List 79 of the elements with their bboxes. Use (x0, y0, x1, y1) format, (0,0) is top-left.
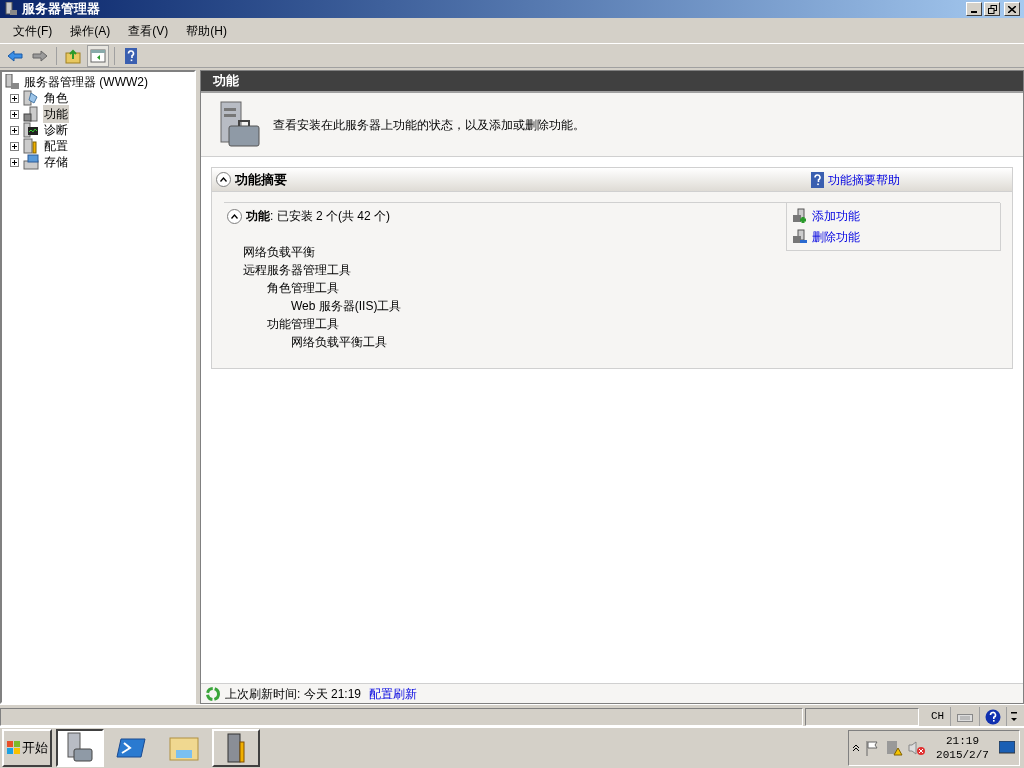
description-text: 查看安装在此服务器上功能的状态，以及添加或删除功能。 (273, 116, 585, 134)
tree-item[interactable]: 诊断 (43, 121, 69, 139)
minimize-icon (971, 11, 977, 13)
feature-item: 网络负载平衡 (243, 245, 315, 259)
close-icon (1008, 5, 1016, 13)
speaker-muted-icon (908, 740, 926, 756)
expand-toggle[interactable] (10, 93, 19, 103)
tree-item[interactable]: 功能 (43, 105, 69, 123)
taskbar-button[interactable] (56, 729, 104, 767)
plus-icon (12, 159, 17, 165)
tree-item[interactable]: 存储 (43, 153, 69, 171)
server-icon (4, 2, 18, 16)
server-toolbox-icon (64, 732, 96, 764)
forward-arrow-icon (32, 47, 48, 64)
help-icon (811, 171, 824, 188)
panel-title: 功能 (213, 72, 239, 91)
plus-icon (12, 143, 17, 149)
action-link[interactable]: 删除功能 (812, 228, 860, 246)
chevron-up-icon (231, 213, 238, 219)
server-icon (4, 74, 20, 90)
configuration-icon (23, 138, 39, 154)
storage-icon (23, 154, 39, 170)
server-remove-icon (792, 229, 808, 245)
collapse-button[interactable] (227, 208, 242, 224)
tree-item[interactable]: 角色 (43, 89, 69, 107)
refresh-icon (205, 685, 221, 702)
plus-icon (12, 127, 17, 133)
flag-icon (864, 740, 880, 756)
plus-icon (12, 111, 17, 117)
expand-toggle[interactable] (10, 109, 19, 119)
pane-icon (90, 47, 106, 64)
restore-icon (987, 4, 997, 14)
feature-item: 角色管理工具 (267, 281, 339, 295)
network-warning-icon (885, 740, 903, 756)
features-icon (23, 106, 39, 122)
feature-item: 远程服务器管理工具 (243, 263, 351, 277)
caret-icon (1011, 710, 1018, 723)
menu-item[interactable]: 操作(A) (61, 20, 120, 41)
close-button[interactable] (1004, 2, 1020, 16)
windows-logo-icon (6, 741, 21, 755)
plus-icon (12, 95, 17, 101)
feature-item: Web 服务器(IIS)工具 (291, 299, 402, 313)
toolbar-button[interactable] (87, 44, 109, 67)
menu-item[interactable]: 查看(V) (119, 20, 178, 41)
clock-date: 2015/2/7 (936, 748, 989, 762)
menu-item[interactable]: 帮助(H) (177, 20, 236, 41)
help-icon (985, 708, 1002, 725)
diagnostics-icon (23, 122, 39, 138)
help-link[interactable]: 功能摘要帮助 (828, 170, 900, 189)
chevron-up-icon (853, 744, 859, 752)
tree-item[interactable]: 配置 (43, 137, 69, 155)
feature-item: 功能管理工具 (267, 317, 339, 331)
show-desktop-icon (999, 741, 1015, 755)
section-title: 功能摘要 (235, 170, 288, 189)
expand-toggle[interactable] (10, 125, 19, 135)
expand-toggle[interactable] (10, 141, 19, 151)
server-add-icon (792, 208, 808, 224)
expand-toggle[interactable] (10, 157, 19, 167)
back-arrow-icon (7, 47, 23, 64)
action-link[interactable]: 添加功能 (812, 207, 860, 225)
start-button[interactable]: 开始 (2, 729, 52, 767)
clock-time: 21:19 (946, 734, 979, 748)
minimize-button[interactable] (966, 2, 982, 16)
help-icon (123, 47, 139, 64)
window-title: 服务器管理器 (22, 0, 101, 19)
restore-button[interactable] (984, 2, 1000, 16)
refresh-time-text: 上次刷新时间: 今天 21:19 (225, 685, 362, 703)
roles-icon (23, 90, 39, 106)
server-toolbox-icon (217, 99, 261, 150)
menu-item[interactable]: 文件(F) (4, 20, 62, 41)
keyboard-icon (957, 711, 974, 722)
folder-up-icon (65, 47, 81, 64)
tree-item[interactable]: 服务器管理器 (WWW2) (24, 73, 148, 91)
configure-refresh-link[interactable]: 配置刷新 (369, 684, 418, 703)
feature-item: 网络负载平衡工具 (291, 335, 387, 349)
language-button[interactable]: CH (925, 706, 952, 727)
collapse-button[interactable] (216, 172, 231, 187)
subsection-title: 功能: 已安装 2 个(共 42 个) (246, 208, 391, 225)
chevron-up-icon (220, 177, 227, 182)
